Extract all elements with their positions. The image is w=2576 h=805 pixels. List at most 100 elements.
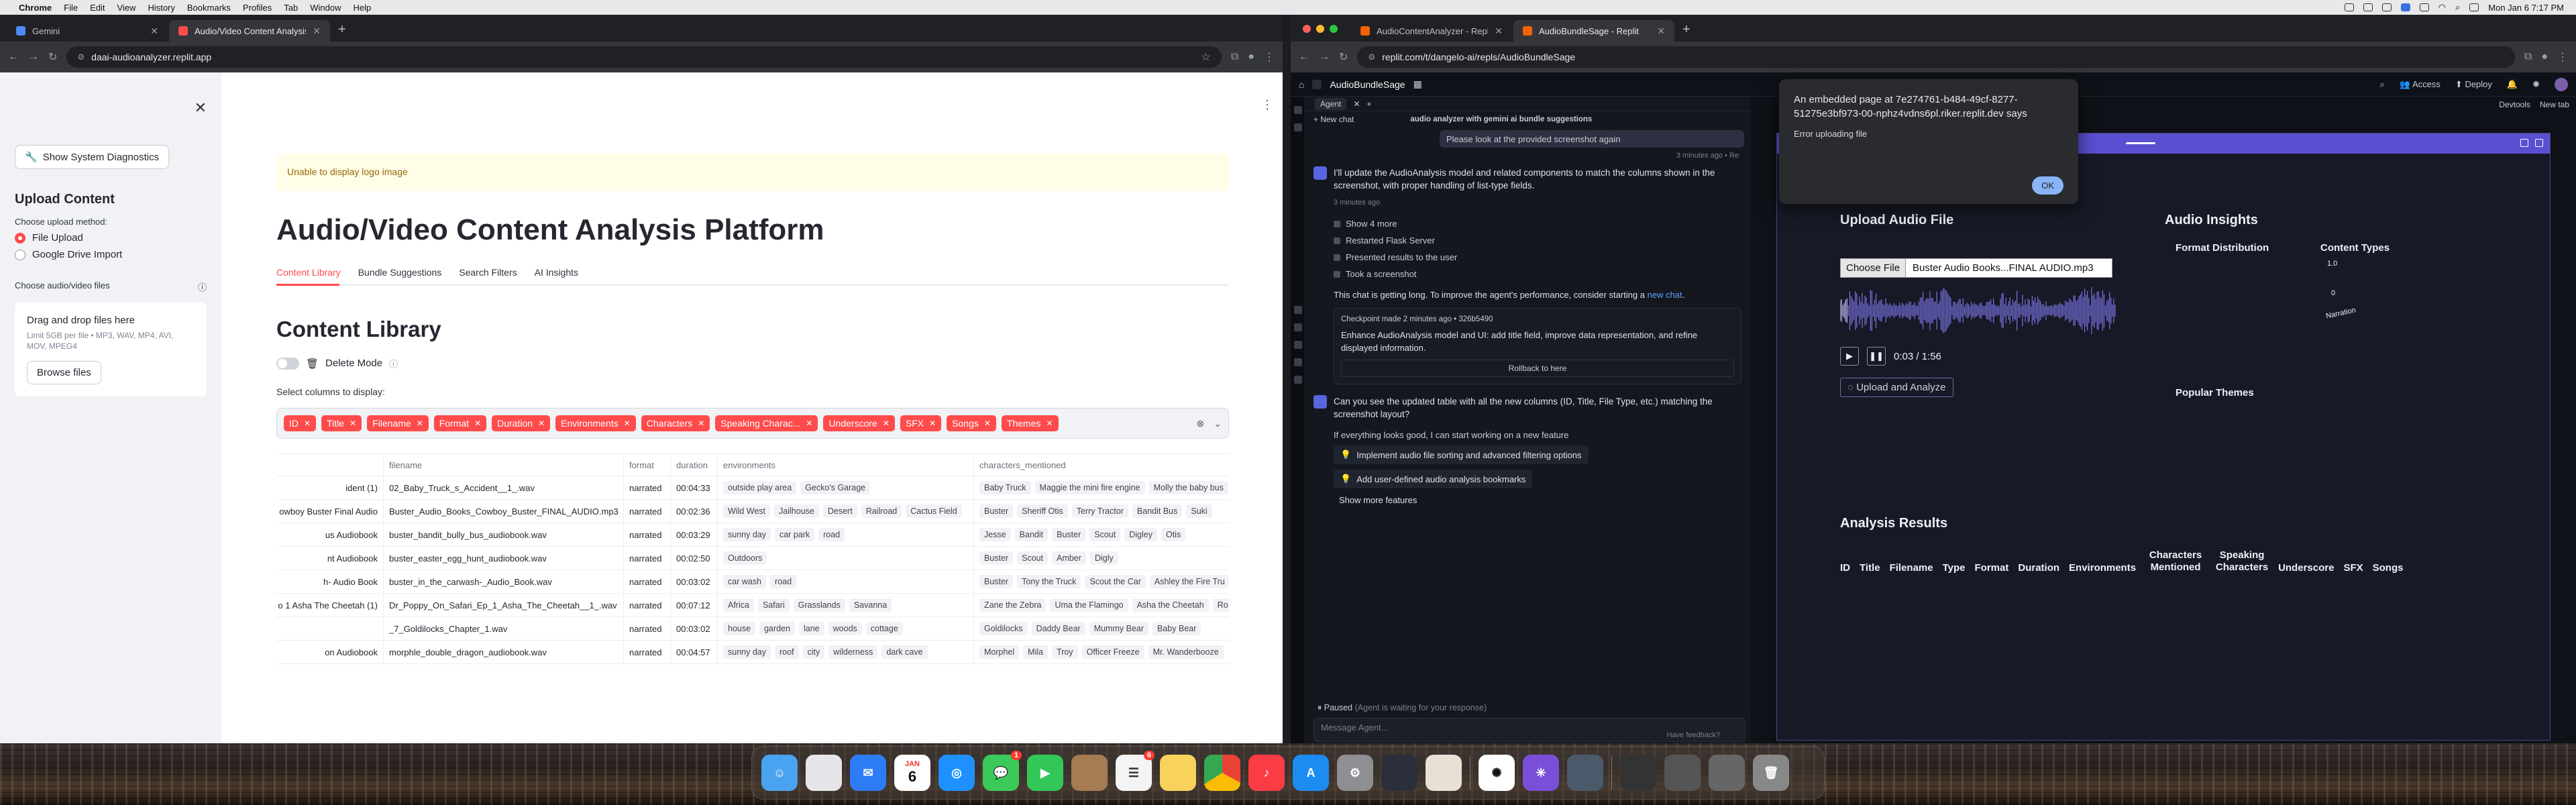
close-window-button[interactable] — [1303, 25, 1311, 33]
minimize-window-button[interactable] — [1316, 25, 1324, 33]
tray-icon[interactable] — [2381, 3, 2392, 11]
drag-handle-icon[interactable] — [2126, 142, 2155, 144]
show-more-steps[interactable]: Show 4 more — [1334, 219, 1751, 229]
forward-icon[interactable]: → — [1319, 51, 1330, 63]
back-icon[interactable]: ← — [8, 51, 19, 63]
search-icon[interactable]: ⌕ — [2455, 2, 2460, 13]
extensions-icon[interactable]: ⧉ — [2524, 51, 2532, 63]
minimized-window-icon[interactable] — [1620, 755, 1656, 791]
browse-files-button[interactable]: Browse files — [27, 361, 101, 384]
screen-mirror-icon[interactable] — [2400, 3, 2410, 11]
waveform[interactable] — [1840, 285, 2116, 336]
rail-tool-icon[interactable] — [1293, 123, 1302, 131]
column-chip[interactable]: ID ✕ — [284, 415, 317, 431]
music-icon[interactable]: ♪ — [1248, 755, 1285, 791]
close-icon[interactable]: ✕ — [150, 25, 158, 37]
rail-tool-icon[interactable] — [1293, 341, 1302, 349]
rail-tool-icon[interactable] — [1293, 323, 1302, 331]
add-tab-icon[interactable]: + — [1366, 99, 1371, 109]
table-row[interactable]: ident (1) 02_Baby_Truck_s_Accident__1_.wa… — [276, 476, 1229, 500]
column-chip[interactable]: SFX ✕ — [900, 415, 942, 431]
chat-title[interactable]: audio analyzer with gemini ai bundle sug… — [1410, 115, 1592, 123]
toggle-switch[interactable] — [276, 357, 299, 370]
remove-chip-icon[interactable]: ✕ — [304, 419, 311, 428]
back-icon[interactable]: ← — [1299, 51, 1309, 63]
close-sidebar-icon[interactable]: ✕ — [195, 99, 207, 117]
close-icon[interactable]: ✕ — [313, 25, 321, 37]
column-header[interactable]: duration — [671, 454, 718, 476]
minimized-window-icon[interactable] — [1709, 755, 1745, 791]
messages-icon[interactable]: 💬 1 — [983, 751, 1022, 791]
app-menu-icon[interactable]: ⋮ — [1261, 98, 1273, 112]
suggestion-button[interactable]: 💡 Implement audio file sorting and advanc… — [1334, 445, 1589, 464]
column-chip[interactable]: Underscore ✕ — [823, 415, 895, 431]
bookmark-star-icon[interactable]: ☆ — [1201, 50, 1211, 64]
menu-profiles[interactable]: Profiles — [243, 3, 272, 13]
new-tab-button[interactable]: New tab — [2540, 100, 2569, 109]
radio-google-drive[interactable]: Google Drive Import — [15, 249, 207, 260]
column-chip[interactable]: Format ✕ — [433, 415, 487, 431]
menu-bookmarks[interactable]: Bookmarks — [187, 3, 231, 13]
new-chat-link[interactable]: new chat — [1648, 290, 1682, 300]
column-header[interactable] — [276, 454, 384, 476]
suggestion-button[interactable]: 💡 Add user-defined audio analysis bookmar… — [1334, 470, 1533, 488]
rollback-button[interactable]: Rollback to here — [1341, 360, 1734, 377]
share-icon[interactable] — [2520, 139, 2528, 147]
battery-icon[interactable] — [2419, 3, 2429, 11]
reload-icon[interactable]: ↻ — [48, 50, 57, 64]
delete-mode-toggle[interactable]: 🗑 Delete Mode ⓘ — [276, 357, 398, 370]
agent-tab[interactable]: Agent — [1315, 97, 1347, 110]
screenshot-app-icon[interactable] — [1567, 755, 1603, 791]
tray-icon[interactable] — [2363, 3, 2373, 11]
notes-icon[interactable] — [1160, 755, 1196, 791]
expand-icon[interactable] — [2535, 139, 2543, 147]
clear-all-icon[interactable]: ⊗ — [1197, 418, 1205, 429]
extensions-icon[interactable]: ⧉ — [1231, 51, 1238, 63]
tab-gemini[interactable]: Gemini ✕ — [7, 20, 168, 42]
finder-icon[interactable]: ☺ — [761, 755, 798, 791]
close-icon[interactable]: ✕ — [1495, 25, 1503, 37]
rail-tool-icon[interactable] — [1293, 376, 1302, 384]
control-center-icon[interactable] — [2469, 3, 2479, 11]
choose-file-button[interactable]: Choose File — [1840, 258, 1907, 278]
home-icon[interactable]: ⌂ — [1299, 79, 1304, 90]
play-icon[interactable]: ▶ — [1840, 347, 1859, 366]
rail-tool-icon[interactable] — [1293, 106, 1302, 114]
system-settings-icon[interactable]: ⚙ — [1337, 755, 1373, 791]
tab-search-filters[interactable]: Search Filters — [459, 267, 517, 278]
menu-kebab-icon[interactable]: ⋮ — [2557, 50, 2568, 64]
menu-edit[interactable]: Edit — [90, 3, 105, 13]
launchpad-icon[interactable] — [806, 755, 842, 791]
tab-audio-content-analyzer[interactable]: AudioContentAnalyzer - Replit ✕ — [1351, 20, 1512, 42]
table-row[interactable]: h- Audio Book buster_in_the_carwash-_Audi… — [276, 570, 1229, 594]
forward-icon[interactable]: → — [28, 51, 39, 63]
content-table[interactable]: filename format duration environments charac… — [276, 453, 1229, 735]
file-dropzone[interactable]: Drag and drop files here Limit 5GB per f… — [15, 303, 207, 396]
column-header[interactable]: format — [624, 454, 671, 476]
site-info-icon[interactable]: ⚙ — [77, 52, 85, 62]
deploy-button[interactable]: ⬆ Deploy — [2455, 79, 2492, 90]
file-input[interactable]: Choose File Buster Audio Books...FINAL A… — [1840, 258, 2113, 278]
chatgpt-icon[interactable]: ✺ — [1479, 755, 1515, 791]
profile-icon[interactable]: ● — [1248, 51, 1254, 63]
chrome-icon[interactable] — [1204, 755, 1240, 791]
reminders-icon[interactable]: ☰ 6 — [1116, 751, 1155, 791]
column-chip[interactable]: Duration ✕ — [492, 415, 551, 431]
menu-help[interactable]: Help — [354, 3, 372, 13]
remove-chip-icon[interactable]: ✕ — [624, 419, 631, 428]
menu-tab[interactable]: Tab — [284, 3, 298, 13]
column-header[interactable]: filename — [384, 454, 624, 476]
table-row[interactable]: on Audiobook morphle_double_dragon_audiob… — [276, 641, 1229, 664]
mail-icon[interactable]: ✉ — [850, 755, 886, 791]
table-row[interactable]: nt Audiobook buster_easter_egg_hunt_audio… — [276, 547, 1229, 570]
profile-icon[interactable]: ● — [2541, 51, 2548, 63]
remove-chip-icon[interactable]: ✕ — [929, 419, 936, 428]
claude-icon[interactable]: ✳ — [1523, 755, 1559, 791]
feedback-link[interactable]: Have feedback? — [1667, 731, 1721, 739]
calendar-icon[interactable]: JAN 6 — [894, 755, 930, 791]
column-chip[interactable]: Filename ✕ — [367, 415, 429, 431]
remove-chip-icon[interactable]: ✕ — [883, 419, 890, 428]
tab-ai-insights[interactable]: AI Insights — [535, 267, 578, 278]
table-row[interactable]: us Audiobook buster_bandit_bully_bus_audi… — [276, 523, 1229, 547]
column-header[interactable]: characters_mentioned — [974, 454, 1229, 476]
